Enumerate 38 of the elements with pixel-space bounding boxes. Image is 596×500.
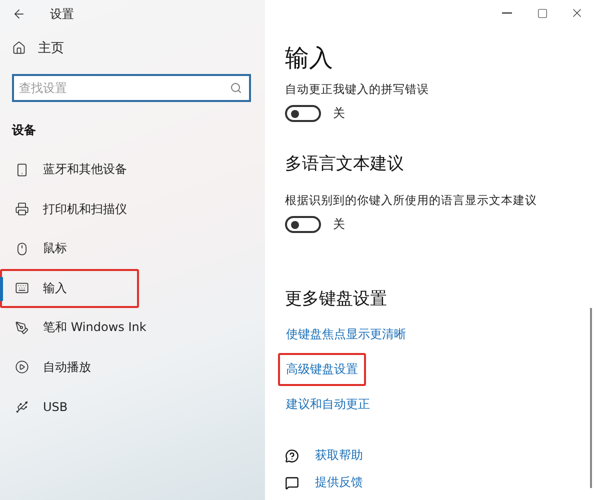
search-field[interactable]: 查找设置: [12, 74, 251, 102]
mouse-icon: [15, 242, 29, 256]
sidebar-item[interactable]: 输入: [0, 268, 139, 308]
minimize-icon: [502, 12, 512, 14]
autoplay-icon: [15, 360, 29, 374]
section-heading: 多语言文本建议: [285, 153, 405, 175]
home-icon: [12, 41, 26, 55]
sidebar-item[interactable]: 打印机和扫描仪: [0, 190, 265, 229]
maximize-button[interactable]: [535, 6, 549, 20]
help-link[interactable]: 提供反馈: [311, 472, 367, 493]
printer-icon: [15, 202, 29, 216]
toggle-switch[interactable]: [285, 216, 321, 233]
search-icon: [230, 82, 242, 94]
pen-icon: [15, 320, 29, 335]
sidebar-item[interactable]: 蓝牙和其他设备: [0, 150, 265, 190]
section-heading: 更多键盘设置: [285, 288, 388, 310]
keyboard-icon: [15, 281, 29, 296]
window-title: 设置: [50, 6, 74, 22]
chat-icon: [285, 476, 299, 490]
settings-link[interactable]: 建议和自动更正: [278, 388, 378, 421]
toggle-state: 关: [333, 216, 345, 233]
sidebar-item[interactable]: 笔和 Windows Ink: [0, 308, 265, 348]
home-link[interactable]: 主页: [38, 39, 64, 57]
sidebar-item[interactable]: 自动播放: [0, 348, 265, 387]
chat-question-icon: [285, 448, 299, 462]
maximize-icon: [536, 8, 548, 18]
setting-label: 根据识别到的你键入所使用的语言显示文本建议: [285, 193, 538, 208]
help-link[interactable]: 获取帮助: [311, 445, 367, 466]
section-heading: 设备: [10, 122, 37, 139]
sidebar-item[interactable]: 鼠标: [0, 229, 265, 268]
toggle-switch[interactable]: [285, 105, 321, 122]
toggle-state: 关: [333, 105, 345, 122]
page-title: 输入: [285, 43, 334, 74]
settings-link[interactable]: 使键盘焦点显示更清晰: [278, 318, 414, 351]
usb-icon: [15, 400, 29, 414]
sidebar-item[interactable]: USB: [0, 387, 265, 426]
settings-link[interactable]: 高级键盘设置: [278, 353, 366, 386]
setting-label: 自动更正我键入的拼写错误: [285, 82, 430, 97]
